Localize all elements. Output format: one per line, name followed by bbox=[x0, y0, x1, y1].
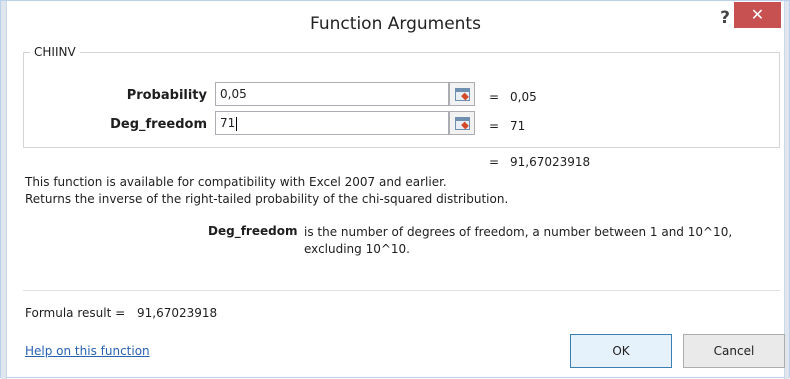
deg-freedom-equals: = bbox=[489, 119, 500, 133]
collapse-dialog-icon bbox=[455, 88, 470, 101]
function-result-value: 91,67023918 bbox=[510, 155, 591, 169]
deg-freedom-input[interactable]: 71 bbox=[215, 111, 449, 135]
probability-result: 0,05 bbox=[510, 90, 537, 104]
deg-freedom-result: 71 bbox=[510, 119, 526, 133]
compatibility-note: This function is available for compatibi… bbox=[25, 175, 447, 189]
formula-result-label: Formula result = bbox=[25, 306, 126, 320]
help-on-function-link[interactable]: Help on this function bbox=[25, 344, 150, 358]
probability-label: Probability bbox=[126, 88, 207, 103]
probability-equals: = bbox=[489, 90, 500, 104]
function-name: CHIINV bbox=[30, 45, 80, 59]
probability-input[interactable]: 0,05 bbox=[215, 82, 449, 106]
help-icon[interactable]: ? bbox=[715, 8, 735, 30]
probability-ref-button[interactable] bbox=[449, 82, 475, 106]
divider bbox=[23, 290, 780, 291]
deg-freedom-label: Deg_freedom bbox=[110, 117, 207, 132]
function-description: Returns the inverse of the right-tailed … bbox=[25, 192, 509, 206]
sheet-background-left bbox=[1, 1, 7, 379]
title-bar[interactable]: Function Arguments bbox=[7, 1, 784, 45]
collapse-dialog-icon bbox=[455, 117, 470, 130]
cancel-button[interactable]: Cancel bbox=[683, 334, 785, 368]
formula-result: Formula result = 91,67023918 bbox=[25, 306, 217, 320]
sheet-background-right bbox=[784, 1, 789, 379]
deg-freedom-ref-button[interactable] bbox=[449, 111, 475, 135]
argument-help-name: Deg_freedom bbox=[208, 224, 298, 238]
close-button[interactable]: ✕ bbox=[734, 2, 781, 28]
dialog-title: Function Arguments bbox=[310, 14, 481, 34]
ok-button[interactable]: OK bbox=[570, 334, 672, 368]
function-arguments-dialog: Function Arguments ? ✕ CHIINV Probabilit… bbox=[0, 0, 790, 379]
deg-freedom-input-value: 71 bbox=[220, 116, 236, 130]
function-result-equals: = bbox=[489, 155, 500, 169]
argument-help-text: is the number of degrees of freedom, a n… bbox=[304, 225, 733, 256]
formula-result-value: 91,67023918 bbox=[136, 306, 218, 320]
text-cursor bbox=[236, 116, 238, 131]
